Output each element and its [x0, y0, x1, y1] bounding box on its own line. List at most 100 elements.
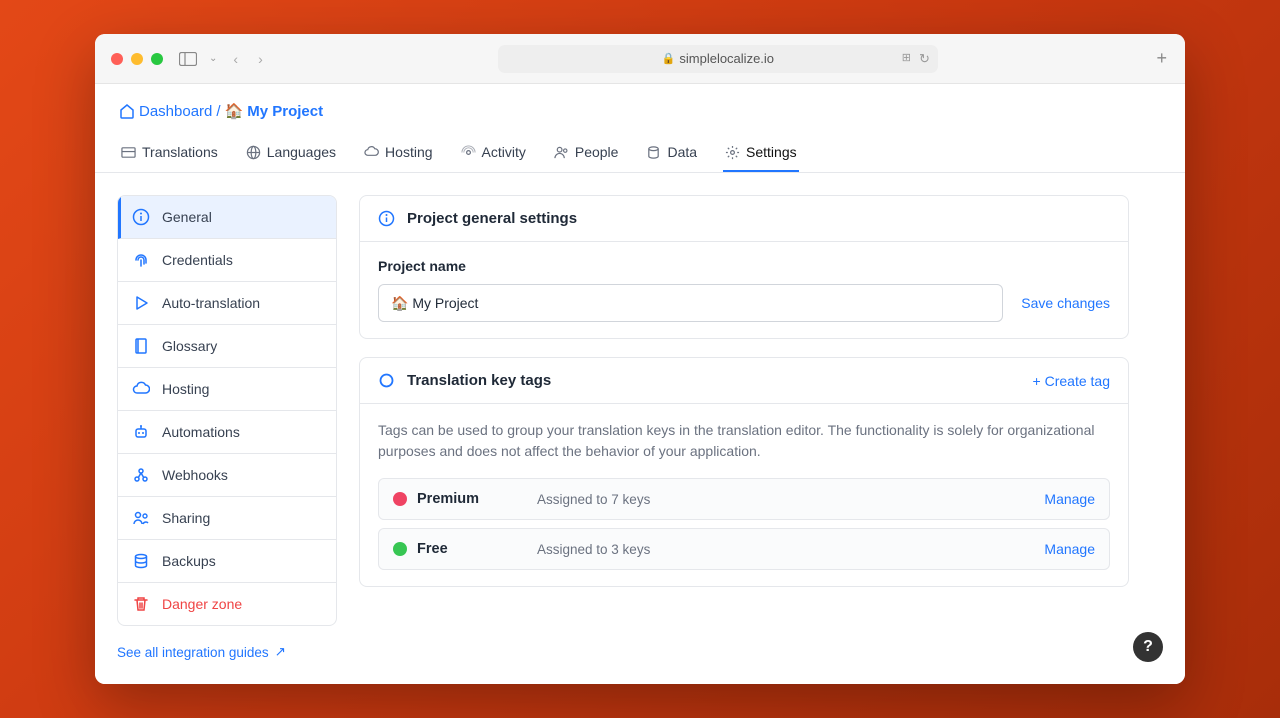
reload-icon[interactable]: ↻	[919, 51, 930, 67]
gear-icon	[725, 145, 740, 160]
sidebar-item-auto-translation[interactable]: Auto-translation	[118, 282, 336, 325]
manage-tag-button[interactable]: Manage	[1044, 541, 1095, 557]
tab-label: Settings	[746, 144, 797, 160]
trash-icon	[132, 595, 150, 613]
field-row: Save changes	[378, 284, 1110, 322]
new-tab-button[interactable]: +	[1156, 48, 1167, 69]
app-window: ⌄ ‹ › 🔒 simplelocalize.io ⊞ ↻ + Dashboar…	[95, 34, 1185, 684]
external-link-icon: ↗	[275, 644, 286, 660]
panel-header: Project general settings	[360, 196, 1128, 242]
tag-row: Free Assigned to 3 keys Manage	[378, 528, 1110, 570]
content-area: Dashboard / 🏠 My Project Translations La…	[95, 84, 1185, 684]
tab-data[interactable]: Data	[644, 134, 699, 172]
play-icon	[132, 294, 150, 312]
webhook-icon	[132, 466, 150, 484]
minimize-button[interactable]	[131, 53, 143, 65]
panel-translation-tags: Translation key tags + Create tag Tags c…	[359, 357, 1129, 587]
save-changes-button[interactable]: Save changes	[1021, 295, 1110, 311]
robot-icon	[132, 423, 150, 441]
panel-title: Translation key tags	[407, 372, 551, 389]
sidebar-item-label: Credentials	[162, 252, 233, 268]
tab-people[interactable]: People	[552, 134, 621, 172]
database-icon	[132, 552, 150, 570]
translate-icon[interactable]: ⊞	[902, 51, 911, 67]
tag-name: Free	[417, 541, 537, 557]
project-name-input[interactable]	[378, 284, 1003, 322]
main-tabs: Translations Languages Hosting Activity …	[95, 134, 1185, 173]
sidebar-item-general[interactable]: General	[118, 196, 336, 239]
titlebar: ⌄ ‹ › 🔒 simplelocalize.io ⊞ ↻ +	[95, 34, 1185, 84]
sidebar-item-label: Automations	[162, 424, 240, 440]
breadcrumb-emoji: 🏠	[225, 102, 244, 120]
main-panels: Project general settings Project name Sa…	[359, 195, 1129, 660]
sidebar-item-credentials[interactable]: Credentials	[118, 239, 336, 282]
create-tag-button[interactable]: + Create tag	[1032, 373, 1110, 389]
sidebar-column: General Credentials Auto-translation Glo…	[117, 195, 337, 660]
tab-label: People	[575, 144, 619, 160]
tab-hosting[interactable]: Hosting	[362, 134, 434, 172]
tab-label: Data	[667, 144, 697, 160]
sidebar-item-label: Glossary	[162, 338, 217, 354]
share-icon	[132, 509, 150, 527]
sidebar-item-label: Danger zone	[162, 596, 242, 612]
sidebar-toggle-icon[interactable]	[179, 52, 197, 66]
sidebar-item-webhooks[interactable]: Webhooks	[118, 454, 336, 497]
translations-icon	[121, 145, 136, 160]
sidebar-item-label: Auto-translation	[162, 295, 260, 311]
maximize-button[interactable]	[151, 53, 163, 65]
lock-icon: 🔒	[662, 52, 676, 65]
sidebar-item-automations[interactable]: Automations	[118, 411, 336, 454]
breadcrumb-project[interactable]: My Project	[247, 103, 323, 120]
forward-button[interactable]: ›	[254, 51, 267, 67]
tab-label: Hosting	[385, 144, 432, 160]
address-url: simplelocalize.io	[679, 51, 774, 66]
breadcrumb-dashboard[interactable]: Dashboard	[139, 103, 212, 120]
tab-translations[interactable]: Translations	[119, 134, 220, 172]
sidebar-item-danger-zone[interactable]: Danger zone	[118, 583, 336, 625]
book-icon	[132, 337, 150, 355]
close-button[interactable]	[111, 53, 123, 65]
project-name-label: Project name	[378, 258, 1110, 274]
sidebar-item-hosting[interactable]: Hosting	[118, 368, 336, 411]
sidebar-item-label: General	[162, 209, 212, 225]
toolbar-controls: ⌄ ‹ ›	[179, 51, 267, 67]
tab-activity[interactable]: Activity	[459, 134, 528, 172]
cloud-icon	[364, 145, 379, 160]
home-icon	[119, 103, 135, 119]
database-icon	[646, 145, 661, 160]
dropdown-icon[interactable]: ⌄	[209, 53, 217, 64]
panel-title: Project general settings	[407, 210, 577, 227]
tag-name: Premium	[417, 491, 537, 507]
activity-icon	[461, 145, 476, 160]
tag-assigned-count: Assigned to 3 keys	[537, 542, 1044, 557]
sidebar-item-sharing[interactable]: Sharing	[118, 497, 336, 540]
sidebar-item-label: Sharing	[162, 510, 210, 526]
panel-body: Project name Save changes	[360, 242, 1128, 338]
integration-guides-link[interactable]: See all integration guides ↗	[117, 644, 337, 660]
panel-general-settings: Project general settings Project name Sa…	[359, 195, 1129, 339]
settings-sidebar: General Credentials Auto-translation Glo…	[117, 195, 337, 626]
breadcrumb: Dashboard / 🏠 My Project	[95, 84, 1185, 134]
cloud-icon	[132, 380, 150, 398]
tag-color-dot	[393, 492, 407, 506]
info-icon	[378, 210, 395, 227]
sidebar-item-backups[interactable]: Backups	[118, 540, 336, 583]
tags-help-text: Tags can be used to group your translati…	[378, 420, 1110, 462]
people-icon	[554, 145, 569, 160]
sidebar-item-label: Hosting	[162, 381, 209, 397]
manage-tag-button[interactable]: Manage	[1044, 491, 1095, 507]
back-button[interactable]: ‹	[229, 51, 242, 67]
sidebar-item-glossary[interactable]: Glossary	[118, 325, 336, 368]
help-fab[interactable]: ?	[1133, 632, 1163, 662]
tag-row: Premium Assigned to 7 keys Manage	[378, 478, 1110, 520]
address-bar[interactable]: 🔒 simplelocalize.io ⊞ ↻	[498, 45, 938, 73]
tab-label: Activity	[482, 144, 526, 160]
tag-assigned-count: Assigned to 7 keys	[537, 492, 1044, 507]
tag-color-dot	[393, 542, 407, 556]
main-body: General Credentials Auto-translation Glo…	[95, 173, 1185, 682]
tab-label: Translations	[142, 144, 218, 160]
globe-icon	[246, 145, 261, 160]
tag-icon	[378, 372, 395, 389]
tab-languages[interactable]: Languages	[244, 134, 338, 172]
tab-settings[interactable]: Settings	[723, 134, 799, 172]
